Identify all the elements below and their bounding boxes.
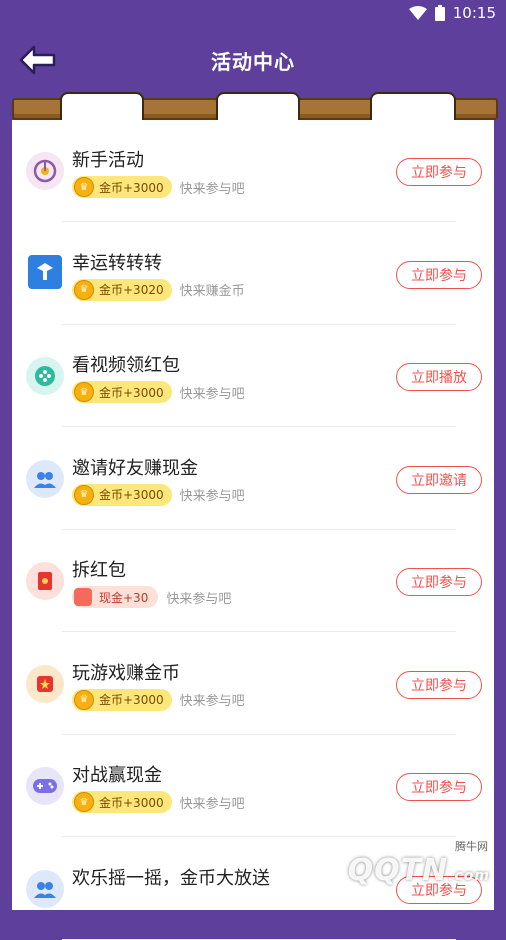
activity-name: 对战赢现金 — [72, 765, 162, 786]
reward-row: ♛ 金币+3000 快来参与吧 — [72, 791, 245, 813]
activity-subtitle: 快来赚金币 — [179, 284, 245, 299]
reward-amount: 金币+3000 — [99, 795, 164, 810]
status-time: 10:15 — [452, 4, 496, 22]
action-button[interactable]: 立即参与 — [396, 158, 482, 186]
coin-reward-badge: ♛ 金币+3000 — [72, 381, 172, 403]
status-bar: 10:15 — [0, 0, 506, 28]
reward-row: ♛ 金币+3000 快来参与吧 — [72, 688, 245, 711]
activity-item: 拆红包现金+30 快来参与吧 立即参与 — [12, 530, 494, 632]
reward-amount: 金币+3000 — [99, 488, 164, 502]
battery-icon — [434, 5, 445, 21]
activity-name: 邀请好友赚现金 — [72, 457, 198, 479]
video-play-icon — [26, 357, 64, 395]
divider — [62, 938, 456, 940]
activity-subtitle: 快来参与吧 — [179, 694, 245, 709]
cash-icon — [74, 588, 92, 606]
activity-name: 新手活动 — [72, 150, 144, 171]
activity-name: 看视频领红包 — [72, 355, 180, 376]
gamepad-icon — [26, 767, 64, 805]
activity-name: 幸运转转转 — [72, 252, 162, 274]
reward-amount: 现金+30 — [99, 590, 149, 605]
coin-icon: ♛ — [74, 792, 94, 812]
activity-item: 看视频领红包 ♛ 金币+3000 快来参与吧 立即播放 — [12, 325, 494, 427]
action-button[interactable]: 立即参与 — [396, 670, 482, 699]
friends-icon — [26, 459, 64, 498]
app-header: 活动中心 — [0, 28, 506, 92]
activity-item: 幸运转转转 ♛ 金币+3020 快来赚金币 立即参与 — [12, 223, 494, 325]
coin-icon: ♛ — [74, 279, 94, 300]
action-button[interactable]: 立即参与 — [396, 568, 482, 596]
activity-name: 玩游戏赚金币 — [72, 662, 180, 684]
activity-subtitle: 快来参与吧 — [179, 386, 245, 402]
game-box-icon — [26, 664, 64, 703]
watermark-brand: QQTN.com — [347, 853, 490, 888]
action-button[interactable]: 立即参与 — [396, 260, 482, 289]
page-title: 活动中心 — [211, 50, 295, 74]
reward-row: ♛ 金币+3020 快来赚金币 — [72, 278, 245, 301]
cash-reward-badge: 现金+30 — [72, 586, 159, 608]
wood-plank — [296, 98, 374, 120]
activity-item: 新手活动 ♛ 金币+3000 快来参与吧 立即参与 — [12, 120, 494, 222]
activity-name: 欢乐摇一摇，金币大放送 — [72, 867, 270, 889]
action-button[interactable]: 立即邀请 — [396, 465, 482, 494]
activity-subtitle: 快来参与吧 — [166, 591, 232, 607]
reward-row: ♛ 金币+3000 快来参与吧 — [72, 381, 245, 403]
wifi-icon — [408, 6, 427, 20]
reward-row: ♛ 金币+3000 快来参与吧 — [72, 176, 245, 198]
coin-icon: ♛ — [74, 689, 94, 710]
activity-item: 对战赢现金 ♛ 金币+3000 快来参与吧 立即参与 — [12, 735, 494, 837]
activity-subtitle: 快来参与吧 — [179, 181, 245, 197]
activity-item: 玩游戏赚金币 ♛ 金币+3000 快来参与吧 立即参与 — [12, 633, 494, 735]
red-envelope-icon — [26, 562, 64, 600]
activity-list: 新手活动 ♛ 金币+3000 快来参与吧 立即参与 幸运转转转 ♛ 金币+3020 快来赚金币立… — [12, 120, 494, 940]
activity-subtitle: 快来参与吧 — [179, 489, 245, 504]
status-icons: 10:15 — [408, 4, 496, 22]
coin-icon: ♛ — [74, 382, 94, 402]
lucky-wheel-icon — [28, 254, 62, 289]
reward-row: ♛ 金币+3000 快来参与吧 — [72, 483, 245, 506]
reward-amount: 金币+3000 — [99, 693, 164, 707]
reward-amount: 金币+3000 — [99, 385, 164, 400]
activity-name: 拆红包 — [72, 560, 126, 581]
action-button[interactable]: 立即参与 — [396, 773, 482, 801]
reward-amount: 金币+3000 — [99, 180, 164, 195]
wood-plank — [140, 98, 218, 120]
coin-reward-badge: ♛ 金币+3000 — [72, 483, 172, 506]
coin-icon: ♛ — [74, 484, 94, 505]
watermark: 腾牛网 QQTN.com — [298, 838, 498, 892]
reward-row: 现金+30 快来参与吧 — [72, 586, 231, 608]
activity-subtitle: 快来参与吧 — [179, 796, 245, 812]
friends-icon — [26, 869, 64, 908]
coin-reward-badge: ♛ 金币+3000 — [72, 688, 172, 711]
target-icon — [26, 152, 64, 190]
activity-item: 邀请好友赚现金 ♛ 金币+3000 快来参与吧 立即邀请 — [12, 428, 494, 530]
watermark-cn: 腾牛网 — [455, 840, 488, 853]
coin-reward-badge: ♛ 金币+3000 — [72, 176, 172, 198]
reward-amount: 金币+3020 — [99, 283, 164, 297]
action-button[interactable]: 立即播放 — [396, 363, 482, 391]
coin-reward-badge: ♛ 金币+3020 — [72, 278, 172, 301]
coin-icon: ♛ — [74, 177, 94, 197]
coin-reward-badge: ♛ 金币+3000 — [72, 791, 172, 813]
wood-plank-right — [452, 98, 498, 120]
